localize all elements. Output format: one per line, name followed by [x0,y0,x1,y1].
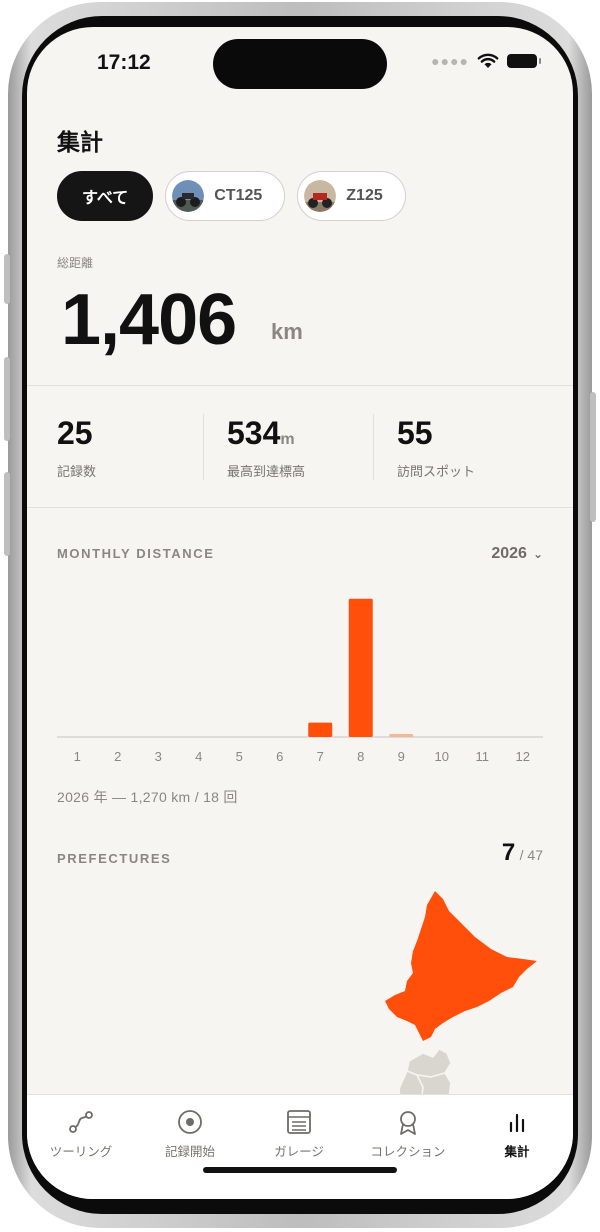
chart-tick-label: 4 [195,749,202,764]
year-selector-value: 2026 [491,545,527,562]
record-icon [178,1110,202,1134]
tab-stats[interactable]: 集計 [467,1107,567,1161]
monthly-distance-chart: 1 2 3 4 5 6 7 8 9 10 11 12 [57,598,543,764]
tab-label: 集計 [504,1145,530,1159]
screen: 17:12 ●●●● 集計 すべて CT125 Z125 総距離 1,406 k… [27,27,573,1199]
chart-tick-label: 2 [114,749,121,764]
chart-bar-month-7[interactable] [308,722,333,737]
divider [27,385,573,386]
chart-tick-label: 9 [398,749,405,764]
filter-chip-label: CT125 [214,187,263,204]
total-distance-label: 総距離 [57,256,94,270]
route-icon [69,1111,93,1133]
chart-bar-month-9[interactable] [389,734,414,737]
garage-icon [287,1110,311,1134]
chart-tick-label: 7 [317,749,324,764]
stat-records-value: 25 [57,415,93,452]
filter-chip-label: Z125 [346,187,383,204]
chart-tick-label: 11 [476,749,490,764]
tab-label: ガレージ [274,1145,324,1159]
z125-photo-icon [304,180,337,212]
ct125-photo-icon [172,180,205,212]
tab-label: コレクション [370,1145,446,1159]
vehicle-filter: すべて CT125 Z125 [57,171,406,221]
prefecture-map[interactable] [373,885,543,1105]
tab-garage[interactable]: ガレージ [249,1107,349,1161]
battery-icon [507,54,541,68]
badge-icon [400,1111,416,1135]
stat-unit: m [280,431,295,448]
chart-tick-label: 1 [74,749,81,764]
stat-spots-label: 訪問スポット [397,464,476,479]
status-icons: ●●●● [431,53,541,69]
filter-chip-z125[interactable]: Z125 [297,171,406,221]
stat-records-label: 記録数 [57,464,97,479]
stat-number: 25 [57,415,93,451]
home-indicator [203,1167,397,1173]
divider [27,507,573,508]
tab-touring[interactable]: ツーリング [31,1107,131,1161]
prefectures-heading: PREFECTURES [57,851,172,866]
dynamic-island [213,39,387,89]
chart-tick-label: 10 [435,749,449,764]
prefecture-visited: 7 [501,839,516,866]
tab-label: 記録開始 [164,1145,215,1159]
tab-label: ツーリング [49,1145,113,1159]
filter-chip-label: すべて [82,190,129,207]
status-time: 17:12 [97,51,151,74]
map-hokkaido[interactable] [385,891,537,1041]
chart-tick-label: 3 [155,749,162,764]
stat-elevation-value: 534m [227,415,295,452]
chart-tick-label: 6 [276,749,283,764]
chart-tick-label: 8 [357,749,364,764]
tab-collection[interactable]: コレクション [358,1107,458,1161]
stat-number: 534 [227,415,281,451]
wifi-icon [477,53,499,68]
chart-tick-label: 5 [236,749,243,764]
stat-number: 55 [397,415,433,451]
filter-chip-all[interactable]: すべて [57,171,154,221]
chart-tick-label: 12 [516,749,530,764]
year-selector[interactable]: 2026 ⌄ [491,545,543,563]
stats-icon [509,1113,525,1133]
chevron-down-icon: ⌄ [532,547,543,561]
prefecture-count: 7 / 47 [502,839,543,867]
stat-elevation-label: 最高到達標高 [227,464,306,479]
tab-record-start[interactable]: 記録開始 [140,1107,240,1161]
divider [373,414,374,480]
signal-icon: ●●●● [431,53,469,69]
chart-bar-month-8[interactable] [348,598,373,737]
prefecture-total: / 47 [519,847,543,863]
total-distance-value: 1,406 [61,280,237,360]
filter-chip-ct125[interactable]: CT125 [165,171,286,221]
stat-spots-value: 55 [397,415,433,452]
year-summary: 2026 年 — 1,270 km / 18 回 [57,789,238,805]
monthly-distance-heading: MONTHLY DISTANCE [57,546,215,561]
total-distance-unit: km [271,319,303,344]
divider [203,414,204,480]
page-title: 集計 [57,129,103,155]
tab-bar: ツーリング 記録開始 ガレージ コレクション 集計 [27,1094,573,1199]
